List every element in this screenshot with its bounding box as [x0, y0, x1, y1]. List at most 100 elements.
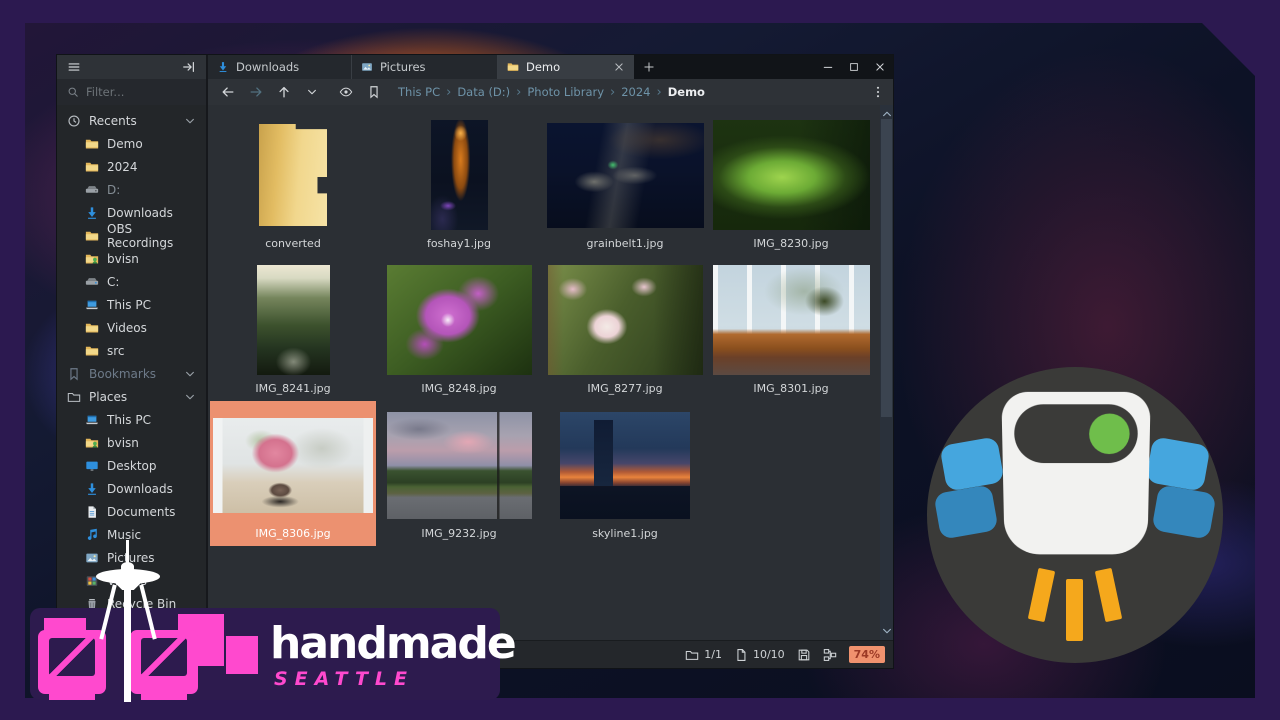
tab-demo[interactable]: Demo: [498, 55, 634, 79]
zoom-level-badge[interactable]: 74%: [849, 646, 885, 663]
file-name: IMG_8301.jpg: [753, 382, 828, 395]
sidebar-item-obs-recordings[interactable]: OBS Recordings: [57, 224, 206, 247]
bookmark-button[interactable]: [362, 85, 386, 99]
item-label: This PC: [107, 413, 151, 427]
file-name: IMG_8248.jpg: [421, 382, 496, 395]
file-tile-skyline1[interactable]: skyline1.jpg: [542, 401, 708, 546]
folder-thumbnail: [259, 124, 327, 226]
file-count-value: 10/10: [753, 648, 785, 661]
dots-vertical-icon: [871, 85, 885, 99]
robot-thruster-left: [1028, 568, 1055, 622]
toolbar-menu-button[interactable]: [871, 85, 885, 99]
file-name: IMG_8306.jpg: [255, 527, 330, 540]
sidebar-item-documents[interactable]: Documents: [57, 500, 206, 523]
drive-icon: [85, 183, 99, 197]
sidebar-item-drive-c[interactable]: C:: [57, 270, 206, 293]
file-tile-img8306-selected[interactable]: IMG_8306.jpg: [210, 401, 376, 546]
robot-left-fin-bottom: [933, 484, 998, 539]
section-recents[interactable]: Recents: [57, 109, 206, 132]
sidebar-item-demo[interactable]: Demo: [57, 132, 206, 155]
chevron-down-icon: [184, 391, 196, 403]
file-tile-img8301[interactable]: IMG_8301.jpg: [708, 256, 874, 401]
section-places[interactable]: Places: [57, 385, 206, 408]
needle-leg: [139, 584, 156, 639]
laptop-icon: [85, 413, 99, 427]
history-dropdown-button[interactable]: [300, 86, 324, 98]
file-tile-img8248[interactable]: IMG_8248.jpg: [376, 256, 542, 401]
breadcrumb-2024[interactable]: 2024: [621, 85, 650, 99]
arrow-up-icon: [277, 85, 291, 99]
user-folder-icon: [85, 252, 99, 266]
sidebar-item-desktop[interactable]: Desktop: [57, 454, 206, 477]
section-bookmarks[interactable]: Bookmarks: [57, 362, 206, 385]
download-icon: [217, 61, 229, 73]
tab-label: Pictures: [380, 60, 426, 74]
new-tab-button[interactable]: [634, 55, 664, 79]
save-icon[interactable]: [797, 648, 811, 662]
item-label: This PC: [107, 298, 151, 312]
item-label: bvisn: [107, 252, 139, 266]
breadcrumb-photo-library[interactable]: Photo Library: [527, 85, 604, 99]
item-label: Demo: [107, 137, 143, 151]
sidebar-item-2024[interactable]: 2024: [57, 155, 206, 178]
scrollbar-thumb[interactable]: [881, 119, 892, 417]
file-tile-img9232[interactable]: IMG_9232.jpg: [376, 401, 542, 546]
breadcrumb-data-d[interactable]: Data (D:): [457, 85, 510, 99]
tab-pictures[interactable]: Pictures: [352, 55, 498, 79]
maximize-button[interactable]: [841, 55, 867, 79]
image-thumbnail: [548, 265, 703, 375]
file-tile-converted[interactable]: converted: [210, 111, 376, 256]
sidebar-item-bvisn[interactable]: bvisn: [57, 431, 206, 454]
close-button[interactable]: [867, 55, 893, 79]
folder-icon: [85, 160, 99, 174]
sidebar-header: [57, 55, 208, 79]
needle-stem: [124, 588, 131, 702]
image-thumbnail: [257, 265, 330, 375]
file-tile-foshay1[interactable]: foshay1.jpg: [376, 111, 542, 256]
file-name: grainbelt1.jpg: [587, 237, 664, 250]
file-name: IMG_9232.jpg: [421, 527, 496, 540]
image-thumbnail: [713, 120, 870, 230]
folder-icon: [85, 321, 99, 335]
tab-downloads[interactable]: Downloads: [208, 55, 352, 79]
item-label: Videos: [107, 321, 147, 335]
item-label: Desktop: [107, 459, 157, 473]
needle-leg: [99, 584, 116, 639]
up-button[interactable]: [272, 85, 296, 99]
sidebar-item-this-pc[interactable]: This PC: [57, 293, 206, 316]
filter-input[interactable]: [86, 85, 186, 99]
document-icon: [85, 505, 99, 519]
file-tile-img8230[interactable]: IMG_8230.jpg: [708, 111, 874, 256]
pin-sidebar-icon[interactable]: [182, 60, 196, 74]
file-icon: [734, 648, 748, 662]
minimize-button[interactable]: [815, 55, 841, 79]
plus-icon: [643, 61, 655, 73]
hamburger-menu-icon[interactable]: [67, 60, 81, 74]
sidebar-item-this-pc[interactable]: This PC: [57, 408, 206, 431]
file-grid-area: converted foshay1.jpg grainbelt1.jpg IMG…: [208, 105, 893, 640]
breadcrumb-separator: ›: [610, 86, 615, 99]
preview-toggle-button[interactable]: [334, 85, 358, 99]
breadcrumb-current[interactable]: Demo: [668, 85, 705, 99]
scroll-down-icon[interactable]: [881, 625, 893, 637]
forward-button[interactable]: [244, 85, 268, 99]
tab-strip: Downloads Pictures Demo: [208, 55, 893, 79]
tree-view-icon[interactable]: [823, 648, 837, 662]
sidebar-item-downloads[interactable]: Downloads: [57, 477, 206, 500]
sidebar-item-drive-d[interactable]: D:: [57, 178, 206, 201]
item-label: D:: [107, 183, 120, 197]
robot-left-fin-top: [939, 436, 1004, 491]
file-tile-img8277[interactable]: IMG_8277.jpg: [542, 256, 708, 401]
vertical-scrollbar[interactable]: [880, 105, 893, 640]
file-tile-img8241[interactable]: IMG_8241.jpg: [210, 256, 376, 401]
sidebar-item-src[interactable]: src: [57, 339, 206, 362]
file-tile-grainbelt1[interactable]: grainbelt1.jpg: [542, 111, 708, 256]
close-icon: [874, 61, 886, 73]
item-label: Documents: [107, 505, 175, 519]
back-button[interactable]: [216, 85, 240, 99]
sidebar-item-videos[interactable]: Videos: [57, 316, 206, 339]
tab-close-icon[interactable]: [613, 61, 625, 73]
breadcrumb-this-pc[interactable]: This PC: [398, 85, 440, 99]
image-thumbnail: [213, 418, 373, 513]
sidebar-item-bvisn[interactable]: bvisn: [57, 247, 206, 270]
